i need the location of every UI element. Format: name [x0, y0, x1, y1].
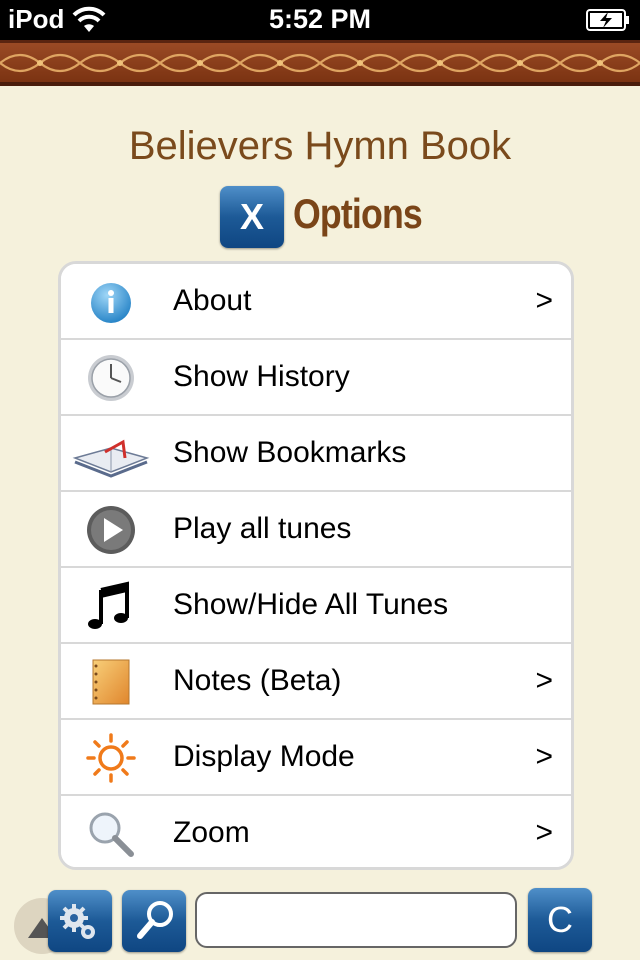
- search-input[interactable]: [195, 892, 517, 948]
- play-icon: [87, 506, 135, 554]
- notepad-icon: [92, 659, 130, 705]
- menu-item-show-history[interactable]: Show History: [61, 340, 571, 416]
- magnifier-icon: [89, 812, 134, 857]
- chevron-right-icon: >: [535, 816, 553, 849]
- menu-item-label: Display Mode: [173, 740, 355, 773]
- options-title: Options: [293, 190, 423, 237]
- gears-icon: [60, 904, 95, 939]
- menu-item-label: Notes (Beta): [173, 664, 342, 697]
- menu-item-zoom[interactable]: Zoom >: [61, 796, 571, 867]
- battery-icon: [586, 9, 629, 31]
- close-options-button[interactable]: X: [220, 186, 284, 248]
- clock-time: 5:52 PM: [268, 4, 372, 34]
- chevron-right-icon: >: [535, 664, 553, 697]
- ornament-pattern: [0, 53, 640, 73]
- status-bar: iPod 5:52 PM: [0, 0, 640, 40]
- info-icon: [91, 283, 131, 323]
- menu-item-label: Show History: [173, 360, 350, 393]
- chevron-right-icon: >: [535, 284, 553, 317]
- menu-item-label: Show Bookmarks: [173, 436, 407, 469]
- options-menu: About > Show History Show Bookmarks Play…: [58, 261, 574, 870]
- menu-item-show-bookmarks[interactable]: Show Bookmarks: [61, 416, 571, 492]
- clock-icon: [88, 355, 134, 401]
- menu-item-label: Show/Hide All Tunes: [173, 588, 449, 621]
- music-note-icon: [88, 581, 129, 629]
- app-title: Believers Hymn Book: [128, 124, 512, 168]
- search-button[interactable]: [122, 890, 186, 952]
- menu-item-notes[interactable]: Notes (Beta) >: [61, 644, 571, 720]
- menu-item-label: Zoom: [173, 816, 250, 849]
- settings-button[interactable]: [48, 890, 112, 952]
- menu-item-display-mode[interactable]: Display Mode >: [61, 720, 571, 796]
- bottom-toolbar: C: [0, 884, 640, 960]
- chevron-right-icon: >: [535, 740, 553, 773]
- menu-item-about[interactable]: About >: [61, 264, 571, 340]
- menu-item-label: Play all tunes: [173, 512, 352, 545]
- magnifier-icon: [137, 901, 173, 939]
- menu-item-label: About: [173, 284, 252, 317]
- menu-item-play-all-tunes[interactable]: Play all tunes: [61, 492, 571, 568]
- sun-icon: [86, 733, 136, 783]
- bookmark-book-icon: [72, 439, 150, 478]
- menu-item-show-hide-all-tunes[interactable]: Show/Hide All Tunes: [61, 568, 571, 644]
- options-header: X Options: [220, 186, 480, 250]
- ornament-band: [0, 40, 640, 86]
- clear-button[interactable]: C: [528, 888, 592, 952]
